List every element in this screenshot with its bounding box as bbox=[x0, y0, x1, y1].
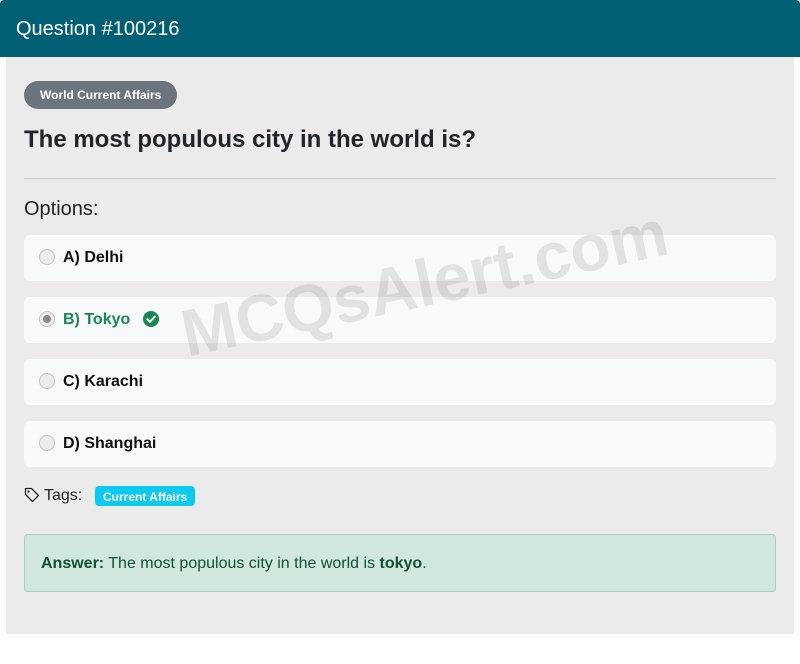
option-a-label: A) Delhi bbox=[63, 249, 124, 266]
option-a[interactable]: A) Delhi bbox=[24, 235, 776, 281]
radio-option-d[interactable] bbox=[39, 435, 55, 451]
radio-option-c[interactable] bbox=[39, 373, 55, 389]
answer-box: Answer: The most populous city in the wo… bbox=[24, 534, 776, 592]
radio-option-a[interactable] bbox=[39, 249, 55, 265]
option-c-label: C) Karachi bbox=[63, 373, 144, 390]
options-heading: Options: bbox=[24, 198, 99, 220]
category-badge[interactable]: World Current Affairs bbox=[24, 81, 178, 109]
option-c[interactable]: C) Karachi bbox=[24, 359, 776, 405]
tag-current-affairs[interactable]: Current Affairs bbox=[95, 486, 196, 506]
divider bbox=[24, 178, 776, 179]
answer-text: Answer: The most populous city in the wo… bbox=[41, 554, 427, 574]
tag-icon bbox=[24, 487, 40, 503]
option-b[interactable]: B) Tokyo bbox=[24, 297, 776, 343]
option-d-label: D) Shanghai bbox=[63, 435, 157, 452]
tags-label: Tags: bbox=[44, 487, 83, 504]
radio-option-b[interactable] bbox=[39, 311, 55, 327]
question-header: Question #100216 bbox=[0, 0, 800, 57]
question-text: The most populous city in the world is? bbox=[24, 126, 477, 153]
answer-prefix: Answer: bbox=[41, 555, 105, 572]
answer-value: tokyo bbox=[379, 555, 423, 572]
option-b-label: B) Tokyo bbox=[63, 311, 131, 328]
question-number-title: Question #100216 bbox=[16, 18, 180, 40]
option-d[interactable]: D) Shanghai bbox=[24, 421, 776, 467]
answer-sentence: The most populous city in the world is bbox=[104, 555, 380, 572]
check-circle-icon bbox=[143, 311, 159, 327]
answer-suffix: . bbox=[422, 555, 427, 572]
